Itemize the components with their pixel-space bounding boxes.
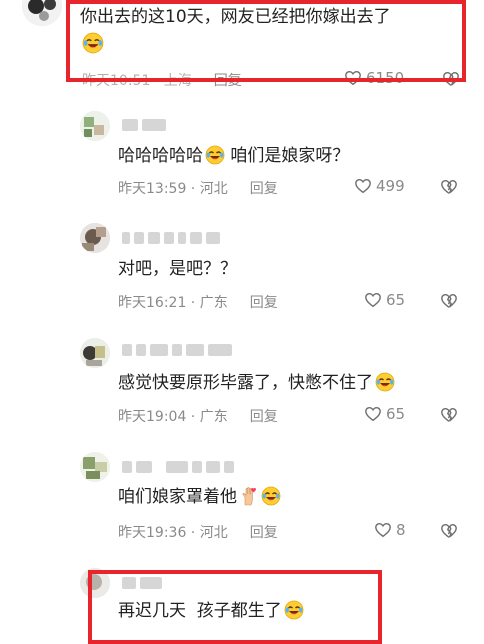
like-button[interactable]: 6150 <box>344 69 404 87</box>
like-button[interactable]: 65 <box>364 291 405 309</box>
blurred-username <box>122 118 166 132</box>
like-button[interactable]: 499 <box>354 177 405 195</box>
avatar[interactable] <box>80 338 110 368</box>
comment-meta: 昨天19:04 · 广东 回复 <box>118 406 278 426</box>
heart-icon <box>364 405 382 423</box>
comment-meta: 昨天10:51 · 上海 回复 <box>82 70 242 90</box>
avatar[interactable] <box>80 452 110 482</box>
reply-button[interactable]: 回复 <box>250 522 278 542</box>
laughing-crying-emoji <box>284 600 304 620</box>
comment-text: 你出去的这10天，网友已经把你嫁出去了 <box>80 7 391 27</box>
comment-text: 哈哈哈哈哈 咱们是娘家呀？ <box>118 145 350 166</box>
dislike-icon[interactable] <box>440 292 458 310</box>
dislike-icon[interactable] <box>440 178 458 196</box>
dislike-icon[interactable] <box>440 406 458 424</box>
comment-text: 咱们娘家罩着他 <box>118 486 281 508</box>
like-count: 6150 <box>366 69 405 87</box>
reply-button[interactable]: 回复 <box>250 178 278 198</box>
heart-icon <box>364 291 382 309</box>
comment-meta: 昨天16:21 · 广东 回复 <box>118 292 278 312</box>
like-count: 65 <box>386 405 406 423</box>
like-count: 499 <box>376 177 405 195</box>
avatar[interactable] <box>80 223 110 253</box>
comment-text: 对吧，是吧？？ <box>118 259 237 279</box>
laughing-crying-emoji <box>261 486 281 506</box>
pointing-hand-heart-emoji <box>239 486 259 506</box>
like-count: 8 <box>396 521 406 539</box>
reply-button[interactable]: 回复 <box>250 292 278 312</box>
like-button[interactable]: 65 <box>364 405 405 423</box>
comment-meta: 昨天19:36 · 河北 回复 <box>118 522 278 542</box>
heart-icon <box>344 69 362 87</box>
like-count: 65 <box>386 291 406 309</box>
heart-icon <box>354 177 372 195</box>
dislike-icon[interactable] <box>442 70 460 88</box>
comment-meta: 昨天13:59 · 河北 回复 <box>118 178 278 198</box>
reply-button[interactable]: 回复 <box>214 70 242 90</box>
dislike-icon[interactable] <box>440 522 458 540</box>
blurred-username <box>122 231 220 245</box>
comment-text: 感觉快要原形毕露了，快憋不住了 <box>118 372 395 394</box>
blurred-username <box>122 460 234 474</box>
avatar[interactable] <box>80 568 110 598</box>
like-button[interactable]: 8 <box>374 521 406 539</box>
avatar[interactable] <box>80 111 110 141</box>
comment-text: 再迟几天 孩子都生了 <box>118 600 304 622</box>
blurred-username <box>122 343 232 357</box>
avatar[interactable] <box>22 0 62 26</box>
laughing-crying-emoji <box>82 32 104 54</box>
reply-button[interactable]: 回复 <box>250 406 278 426</box>
laughing-crying-emoji <box>375 372 395 392</box>
laughing-crying-emoji <box>205 145 225 165</box>
blurred-username <box>122 576 162 590</box>
heart-icon <box>374 521 392 539</box>
